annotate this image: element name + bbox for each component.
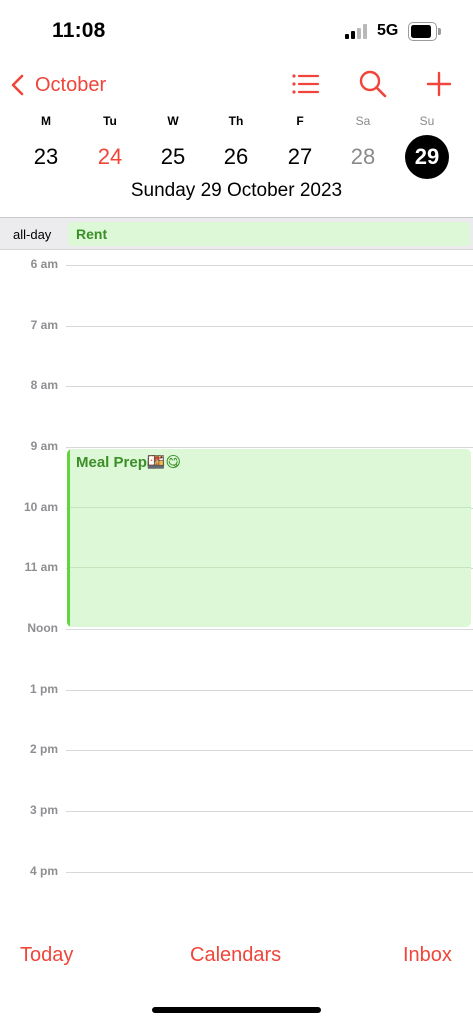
hour-gridline <box>66 447 473 448</box>
back-label: October <box>35 73 107 96</box>
hour-label: 9 am <box>30 439 58 453</box>
weekday-label: W <box>167 114 179 128</box>
list-view-button[interactable] <box>288 67 322 101</box>
hour-row: 6 am <box>0 257 473 277</box>
chevron-left-icon <box>11 74 24 96</box>
weekday-label: F <box>296 114 304 128</box>
day-25[interactable]: 25 <box>151 137 195 177</box>
status-time: 11:08 <box>52 19 106 42</box>
search-button[interactable] <box>356 67 390 101</box>
selected-date-title: Sunday 29 October 2023 <box>130 180 343 201</box>
weekday-label: Su <box>419 114 435 128</box>
inbox-button[interactable]: Inbox <box>403 944 452 967</box>
hour-gridline <box>66 811 473 812</box>
hour-gridline <box>66 872 473 873</box>
hour-row: 2 pm <box>0 742 473 762</box>
hour-gridline <box>66 690 473 691</box>
weekday-label: Sa <box>355 114 371 128</box>
event-meal-prep[interactable]: Meal Prep🍱😋 <box>67 449 471 627</box>
hour-label: 8 am <box>30 378 58 392</box>
back-to-month-button[interactable]: October <box>10 70 106 100</box>
battery-icon <box>408 22 441 41</box>
all-day-event-rent[interactable]: Rent <box>68 222 470 246</box>
day-24-today[interactable]: 24 <box>88 137 132 177</box>
hour-row: 7 am <box>0 318 473 338</box>
hour-label: Noon <box>27 621 58 635</box>
weekday-label: Tu <box>103 114 117 128</box>
today-button[interactable]: Today <box>20 944 73 967</box>
hour-label: 2 pm <box>29 742 58 756</box>
day-28[interactable]: 28 <box>341 137 385 177</box>
all-day-bar: all-day Rent <box>0 217 473 250</box>
cellular-signal-icon <box>345 24 371 39</box>
event-title: Meal Prep🍱😋 <box>76 454 182 471</box>
add-event-button[interactable] <box>422 67 456 101</box>
all-day-label: all-day <box>13 227 52 242</box>
status-bar: 11:08 5G <box>0 0 473 62</box>
hour-gridline <box>66 386 473 387</box>
weekday-label: M <box>41 114 51 128</box>
hour-label: 11 am <box>24 560 58 574</box>
event-hour-gridline <box>70 567 471 568</box>
hour-row: 8 am <box>0 378 473 398</box>
hour-label: 10 am <box>23 500 58 514</box>
network-type: 5G <box>377 22 399 39</box>
hour-gridline <box>66 265 473 266</box>
hour-label: 3 pm <box>29 803 58 817</box>
day-29-selected[interactable]: 29 <box>405 135 449 179</box>
day-27[interactable]: 27 <box>278 137 322 177</box>
hour-gridline <box>66 750 473 751</box>
day-26[interactable]: 26 <box>214 137 258 177</box>
all-day-event-title: Rent <box>76 226 108 242</box>
hour-label: 1 pm <box>29 682 58 696</box>
weekday-label: Th <box>228 114 244 128</box>
calendars-button[interactable]: Calendars <box>190 944 281 967</box>
hour-gridline <box>66 629 473 630</box>
hour-row: 3 pm <box>0 803 473 823</box>
event-hour-gridline <box>70 507 471 508</box>
hour-row: 1 pm <box>0 682 473 702</box>
hour-row: 4 pm <box>0 864 473 884</box>
hour-label: 6 am <box>30 257 58 271</box>
hour-label: 4 pm <box>29 864 58 878</box>
list-icon <box>292 74 320 94</box>
hour-gridline <box>66 326 473 327</box>
hour-label: 7 am <box>30 318 58 332</box>
day-23[interactable]: 23 <box>24 137 68 177</box>
search-icon <box>359 70 387 98</box>
home-indicator[interactable] <box>152 1007 321 1013</box>
plus-icon <box>426 71 452 97</box>
